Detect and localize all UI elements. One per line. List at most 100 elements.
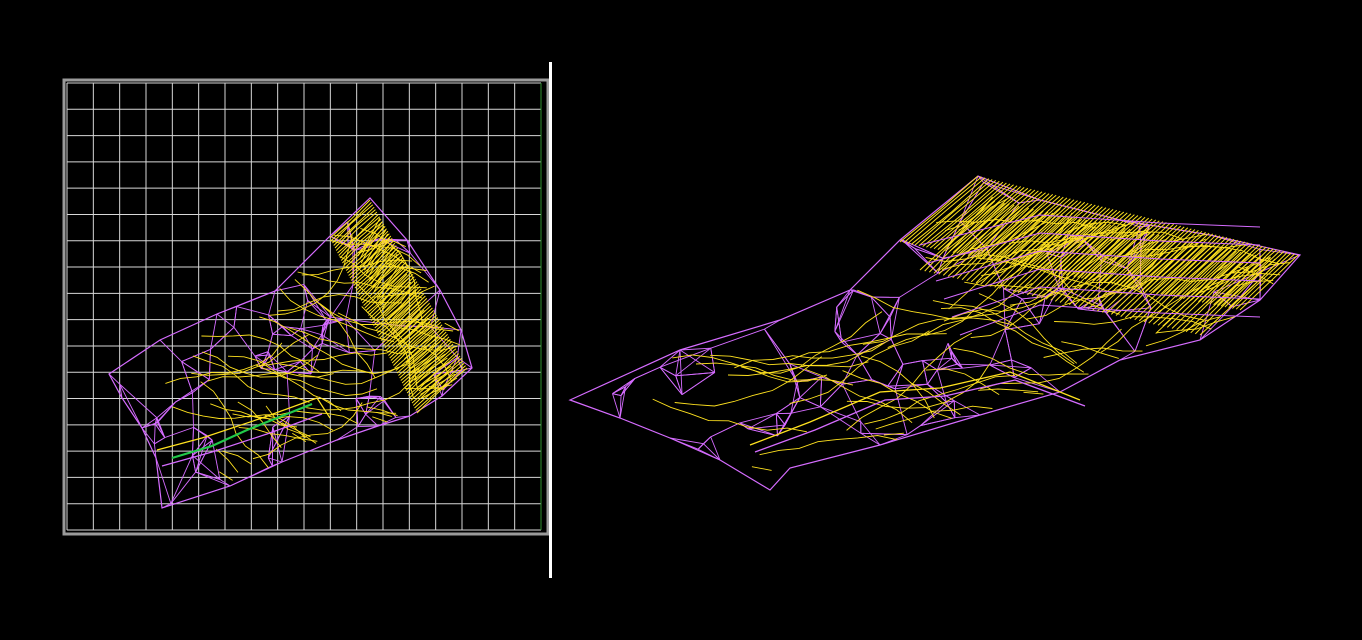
tin-edge bbox=[365, 413, 379, 427]
tin-edge bbox=[927, 369, 938, 385]
tin-edge bbox=[922, 357, 952, 362]
contour-line bbox=[909, 382, 961, 416]
tin-edge bbox=[697, 443, 704, 450]
tin-mesh-3d bbox=[568, 175, 1302, 491]
contour-line bbox=[672, 354, 828, 383]
tin-edge bbox=[164, 426, 194, 439]
tin-edge bbox=[1139, 226, 1142, 250]
tin-edge bbox=[620, 378, 636, 396]
tin-edge bbox=[899, 272, 939, 298]
tin-edge bbox=[286, 361, 301, 373]
contour-line bbox=[222, 450, 252, 465]
plan-viewport[interactable] bbox=[62, 78, 550, 538]
tin-edge bbox=[349, 350, 375, 354]
tin-edge bbox=[887, 364, 904, 387]
contour-line bbox=[789, 330, 930, 404]
tin-edge bbox=[159, 339, 182, 362]
tin-edge bbox=[669, 437, 699, 450]
tin-edge bbox=[192, 392, 194, 428]
tin-edge bbox=[902, 360, 923, 365]
tin-edge bbox=[820, 406, 862, 434]
contour-line bbox=[751, 466, 772, 471]
tin-edge bbox=[216, 306, 237, 315]
viewport-divider[interactable] bbox=[549, 62, 552, 578]
tin-edge bbox=[1004, 329, 1012, 361]
perspective-viewport[interactable] bbox=[560, 160, 1310, 500]
tin-edge bbox=[659, 349, 681, 368]
tin-edge bbox=[890, 297, 900, 340]
contour-line bbox=[259, 316, 373, 375]
tin-edge bbox=[141, 417, 158, 429]
tin-edge bbox=[357, 425, 379, 427]
tin-edge bbox=[681, 372, 715, 396]
tin-edge bbox=[1100, 304, 1136, 352]
tin-edge bbox=[953, 400, 956, 418]
tin-edge bbox=[659, 366, 676, 377]
tin-edge bbox=[739, 413, 777, 424]
tin-edge bbox=[775, 413, 778, 436]
contour-line bbox=[789, 333, 947, 361]
tin-edge bbox=[675, 349, 681, 376]
tin-edge bbox=[879, 316, 891, 334]
tin-edge bbox=[154, 437, 165, 445]
contour-line bbox=[1061, 341, 1119, 359]
tin-edge bbox=[181, 348, 211, 363]
tin-edge bbox=[108, 373, 121, 385]
tin-edge bbox=[322, 342, 350, 354]
tin-edge bbox=[947, 343, 958, 365]
tin-edge bbox=[889, 317, 892, 340]
grid bbox=[66, 82, 542, 531]
tin-edge bbox=[321, 334, 350, 354]
tin-edge bbox=[274, 284, 304, 292]
contour-line bbox=[218, 471, 233, 481]
tin-edge bbox=[776, 397, 801, 414]
contour-line bbox=[372, 416, 388, 423]
tin-edge bbox=[819, 376, 823, 407]
slope-contour bbox=[1190, 257, 1271, 334]
contour-line bbox=[444, 322, 459, 332]
tin-edge bbox=[927, 383, 955, 402]
tin-edge bbox=[271, 427, 274, 466]
tin-edge bbox=[336, 426, 359, 441]
tin-edge bbox=[860, 432, 881, 446]
tin-edge bbox=[233, 306, 238, 328]
plan-canvas[interactable] bbox=[62, 78, 550, 538]
tin-edge bbox=[790, 406, 821, 414]
tin-edge bbox=[307, 300, 327, 321]
tin-edge bbox=[820, 383, 843, 408]
tin-edge bbox=[659, 366, 683, 395]
tin-edge bbox=[659, 347, 711, 368]
tin-edge bbox=[675, 372, 715, 377]
tin-edge bbox=[922, 360, 938, 371]
tin-edge bbox=[625, 378, 636, 388]
tin-edge bbox=[612, 393, 621, 419]
tin-edge bbox=[236, 306, 269, 316]
tin-edge bbox=[272, 461, 283, 467]
slope-contour bbox=[332, 204, 374, 244]
slope-contour bbox=[899, 175, 979, 243]
contour-line bbox=[759, 435, 898, 456]
tin-edge bbox=[703, 436, 712, 445]
contour-line bbox=[978, 388, 1039, 393]
contour-line bbox=[306, 367, 420, 411]
contour-line bbox=[298, 352, 418, 385]
contour-line bbox=[695, 362, 854, 386]
tin-edge bbox=[775, 413, 786, 426]
tin-edge bbox=[703, 443, 721, 461]
tin-edge bbox=[669, 437, 704, 445]
perspective-canvas[interactable] bbox=[560, 160, 1310, 500]
tin-edge bbox=[272, 333, 292, 337]
tin-edge bbox=[267, 334, 274, 352]
slope-contour bbox=[963, 190, 1039, 256]
tin-edge bbox=[153, 423, 156, 444]
contour-line bbox=[925, 368, 1000, 395]
tin-edge bbox=[300, 348, 313, 362]
tin-edge bbox=[922, 360, 928, 385]
tin-mesh-plan bbox=[108, 197, 473, 509]
tin-edge bbox=[710, 348, 716, 373]
tin-edge bbox=[1030, 367, 1061, 393]
tin-edge bbox=[870, 296, 881, 334]
cad-workspace bbox=[0, 0, 1362, 640]
tin-edge bbox=[957, 363, 990, 366]
contour-line bbox=[1023, 391, 1044, 395]
